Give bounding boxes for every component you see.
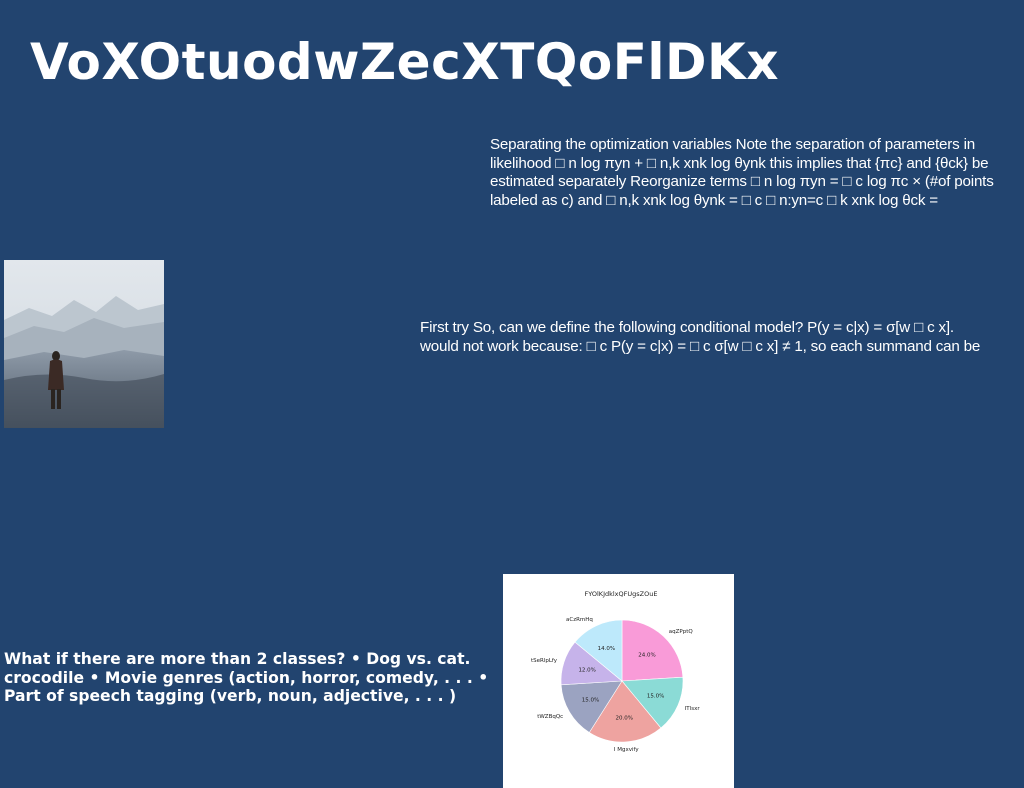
- pie-slice-percent-1: 15.0%: [647, 694, 664, 700]
- chart-title: FYOlKJdklxQFUgsZOuE: [585, 590, 658, 598]
- pie-slice-percent-0: 24.0%: [638, 652, 655, 658]
- pie-slice-percent-2: 20.0%: [616, 716, 633, 722]
- optimization-text-block: Separating the optimization variables No…: [490, 136, 1024, 210]
- pie-slice-label-1: ITlsxr: [685, 706, 701, 712]
- first-try-line-1: First try So, can we define the followin…: [420, 319, 954, 336]
- pie-chart-panel: FYOlKJdklxQFUgsZOuE 24.0% aqZPptQ 15.0% ITl…: [503, 574, 734, 788]
- pie-slice-label-3: tWZBqQc: [537, 714, 563, 720]
- pie-slice-percent-5: 14.0%: [598, 646, 615, 652]
- pie-slice-percent-3: 15.0%: [582, 698, 599, 704]
- first-try-line-2: would not work because: □ c P(y = c|x) =…: [420, 337, 981, 355]
- landscape-photo: [4, 260, 164, 428]
- pie-slice-label-2: I Mgxvify: [614, 747, 639, 753]
- pie-slice-label-0: aqZPptQ: [669, 629, 694, 635]
- first-try-text-block: First try So, can we define the followin…: [420, 319, 1024, 356]
- pie-slice-label-5: aCzRmHq: [566, 617, 593, 623]
- pie-slice-label-4: tSeRlpLfy: [531, 658, 558, 664]
- pie-slices-group: [560, 619, 684, 743]
- more-classes-text: What if there are more than 2 classes? •…: [4, 650, 489, 705]
- pie-chart: FYOlKJdklxQFUgsZOuE 24.0% aqZPptQ 15.0% ITl…: [531, 590, 701, 753]
- mountain-landscape-image: [4, 260, 164, 428]
- optimization-text: Separating the optimization variables No…: [490, 136, 994, 209]
- slide-title: VoXOtuodwZecXTQoFlDKx: [30, 33, 780, 91]
- pie-slice-percent-4: 12.0%: [578, 668, 595, 674]
